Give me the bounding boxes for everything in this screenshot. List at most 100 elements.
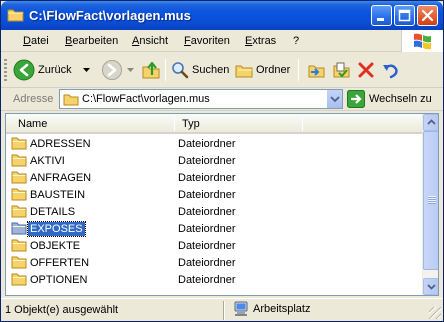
undo-button[interactable] [381,57,399,83]
item-name: OBJEKTE [30,240,81,252]
windows-flag-icon [414,33,431,50]
item-type: Dateiordner [178,155,236,167]
minimize-icon [377,18,384,21]
address-input[interactable]: C:\FlowFact\vorlagen.mus [59,89,343,109]
toolbar-separator [165,59,166,81]
folder-icon [11,205,27,218]
address-label: Adresse [13,93,54,105]
list-item[interactable]: ADRESSEN Dateiordner [6,135,422,152]
list-item[interactable]: ANFRAGEN Dateiordner [6,169,422,186]
column-divider[interactable] [302,117,303,131]
list-item[interactable]: OFFERTEN Dateiordner [6,254,422,271]
vertical-scrollbar[interactable] [422,114,438,295]
close-icon [421,9,434,22]
back-arrow-icon [13,59,35,81]
folder-icon [11,154,27,167]
windows-logo [401,30,443,52]
explorer-window: C:\FlowFact\vorlagen.mus Datei Bearbeite… [0,0,444,322]
title-bar[interactable]: C:\FlowFact\vorlagen.mus [1,1,443,30]
forward-dropdown-icon[interactable] [127,68,134,72]
column-header-type[interactable]: Typ [182,118,200,130]
menu-bearbeiten[interactable]: Bearbeiten [65,35,118,47]
minimize-button[interactable] [371,5,392,26]
item-type: Dateiordner [178,240,236,252]
status-location: Arbeitsplatz [233,301,310,317]
go-label: Wechseln zu [369,93,432,105]
window-title: C:\FlowFact\vorlagen.mus [29,8,191,23]
search-button[interactable]: Suchen [171,57,229,83]
maximize-icon [398,9,411,22]
folder-icon [11,222,27,235]
arrow-down-icon [427,284,436,290]
item-name: EXPOSES [27,221,86,237]
move-to-folder-icon [308,65,325,78]
item-name: AKTIVI [30,155,65,167]
status-divider [223,301,225,320]
scroll-thumb[interactable] [423,131,438,270]
file-list[interactable]: Name Typ ADRESSEN Dateiordner AKTIVI Dateio… [5,113,439,296]
item-name: DETAILS [30,206,76,218]
folders-button[interactable]: Ordner [235,57,290,83]
scroll-down-button[interactable] [423,278,438,295]
menu-datei[interactable]: Datei [23,35,49,47]
folder-icon [11,188,27,201]
forward-button[interactable] [101,57,123,83]
list-item[interactable]: DETAILS Dateiordner [6,203,422,220]
address-bar: Adresse C:\FlowFact\vorlagen.mus Wechsel… [1,88,443,111]
forward-arrow-icon [102,60,122,80]
my-computer-icon [234,301,248,316]
close-button[interactable] [417,5,438,26]
item-type: Dateiordner [178,257,236,269]
list-header: Name Typ [6,114,422,134]
go-arrow-icon [347,90,365,108]
go-button[interactable]: Wechseln zu [347,90,432,108]
copy-to-folder-icon [333,62,350,78]
copy-to-button[interactable] [331,57,351,83]
folder-icon [11,137,27,150]
column-divider[interactable] [174,117,175,131]
chevron-down-icon [330,96,340,103]
status-selection: 1 Objekt(e) ausgewählt [5,304,119,316]
toolbar-grip[interactable] [4,59,7,81]
menu-favoriten[interactable]: Favoriten [184,35,230,47]
folder-icon [7,9,24,22]
item-type: Dateiordner [178,138,236,150]
address-dropdown-button[interactable] [326,90,342,108]
menu-ansicht[interactable]: Ansicht [132,35,168,47]
list-item[interactable]: BAUSTEIN Dateiordner [6,186,422,203]
up-folder-icon [142,61,160,79]
item-name: BAUSTEIN [30,189,86,201]
maximize-button[interactable] [394,5,415,26]
item-name: ANFRAGEN [30,172,92,184]
list-item[interactable]: OBJEKTE Dateiordner [6,237,422,254]
status-bar: 1 Objekt(e) ausgewählt Arbeitsplatz [1,298,443,321]
item-type: Dateiordner [178,172,236,184]
arrow-up-icon [427,119,436,125]
menu-help[interactable]: ? [293,35,299,47]
item-name: ADRESSEN [30,138,91,150]
undo-icon [383,64,398,79]
toolbar-separator [298,59,299,81]
back-button[interactable]: Zurück [13,57,72,83]
list-item[interactable]: OPTIONEN Dateiordner [6,271,422,288]
folder-icon [11,273,27,286]
delete-button[interactable] [357,57,375,83]
up-folder-button[interactable] [141,57,161,83]
resize-grip[interactable] [429,307,441,319]
scroll-up-button[interactable] [423,114,438,131]
menu-extras[interactable]: Extras [245,35,276,47]
column-header-name[interactable]: Name [18,118,47,130]
move-to-button[interactable] [306,57,326,83]
folder-icon [11,171,27,184]
folders-label: Ordner [256,64,291,76]
search-icon [172,62,189,79]
list-item[interactable]: AKTIVI Dateiordner [6,152,422,169]
menu-bar: Datei Bearbeiten Ansicht Favoriten Extra… [1,30,443,52]
folder-icon [63,94,79,106]
list-item[interactable]: EXPOSES Dateiordner [6,220,422,237]
item-type: Dateiordner [178,189,236,201]
folder-icon [11,239,27,252]
back-dropdown-icon[interactable] [83,68,90,72]
toolbar: Zurück Suchen Ordner [1,52,443,88]
folder-icon [11,256,27,269]
